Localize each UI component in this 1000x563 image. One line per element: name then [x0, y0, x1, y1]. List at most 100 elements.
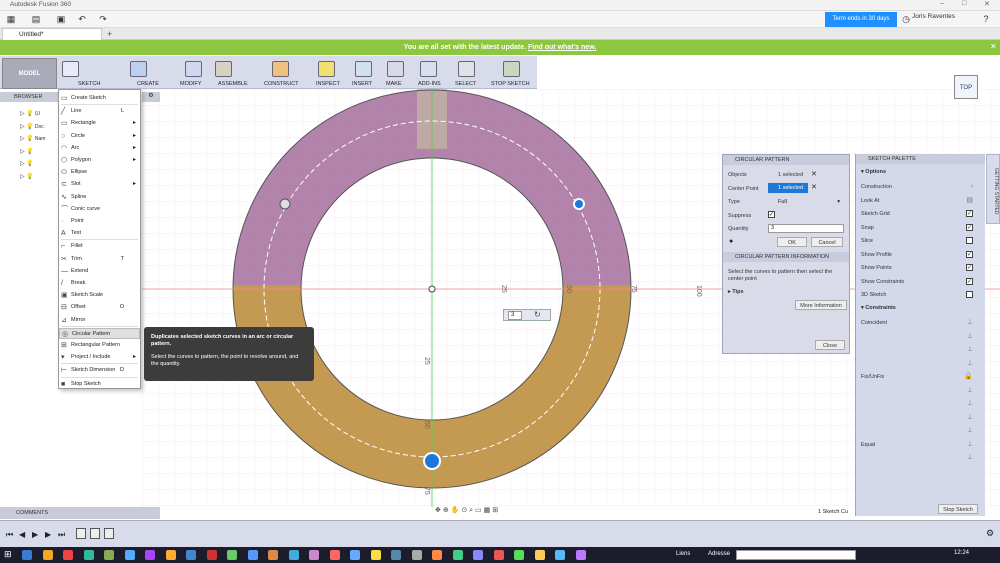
- taskbar-app-icon[interactable]: [534, 550, 545, 560]
- taskbar-app-icon[interactable]: [452, 550, 463, 560]
- sketch-menu-item[interactable]: ▾ Project / Include ▸: [59, 352, 140, 363]
- palette-option[interactable]: Show Points ✓: [861, 263, 981, 273]
- stop-sketch-button[interactable]: Stop Sketch: [938, 504, 978, 514]
- taskbar-app-icon[interactable]: [575, 550, 586, 560]
- user-account-menu[interactable]: Joris Raventes: [912, 13, 955, 20]
- constraint-icon[interactable]: ⊥: [967, 386, 973, 396]
- option-checkbox[interactable]: ✓: [966, 210, 973, 217]
- constraint-tool[interactable]: ⊥: [861, 426, 981, 436]
- bulb-icon[interactable]: 💡: [26, 124, 33, 130]
- help-icon[interactable]: ?: [980, 14, 992, 25]
- taskbar-app-icon[interactable]: [514, 550, 524, 560]
- taskbar-app-icon[interactable]: [165, 550, 176, 560]
- modify-tool-icon[interactable]: [185, 61, 202, 77]
- option-checkbox[interactable]: ✓: [966, 264, 973, 271]
- sketch-menu-item[interactable]: ▭ Rectangle ▸: [59, 118, 140, 129]
- save-icon[interactable]: ▣: [55, 14, 67, 25]
- constraint-icon[interactable]: ⊥: [967, 359, 973, 369]
- suppress-checkbox[interactable]: ✓: [768, 211, 775, 218]
- links-toolbar[interactable]: Liens: [676, 551, 690, 557]
- constraint-icon[interactable]: ⊥: [967, 345, 973, 355]
- sketch-menu-item[interactable]: ⌐ Fillet: [59, 241, 140, 252]
- taskbar-app-icon[interactable]: [370, 550, 381, 560]
- option-checkbox[interactable]: ✓: [966, 277, 973, 285]
- sketch-menu[interactable]: SKETCH: [78, 81, 100, 87]
- taskbar-app-icon[interactable]: [473, 550, 483, 560]
- expand-icon[interactable]: ▷: [20, 174, 25, 180]
- view-cube[interactable]: TOP: [954, 75, 978, 99]
- constraint-icon[interactable]: 🔒: [964, 372, 973, 382]
- ok-button[interactable]: OK: [777, 237, 807, 247]
- undo-icon[interactable]: ↶: [76, 14, 88, 25]
- sketch-menu-item[interactable]: ⊞ Rectangular Pattern: [59, 340, 140, 351]
- add-ins-tool-icon[interactable]: [420, 61, 437, 77]
- timeline-sketch-icon[interactable]: [104, 528, 114, 539]
- taskbar-app-icon[interactable]: [124, 550, 135, 560]
- taskbar-app-icon[interactable]: [493, 550, 504, 560]
- expand-icon[interactable]: ▷: [20, 149, 25, 155]
- add-ins-menu[interactable]: ADD-INS: [418, 81, 441, 87]
- inspect-menu[interactable]: INSPECT: [316, 81, 340, 87]
- taskbar-app-icon[interactable]: [411, 550, 422, 560]
- palette-option[interactable]: Sketch Grid ✓: [861, 209, 981, 219]
- job-status-icon[interactable]: ◷: [900, 14, 912, 25]
- pan-icon[interactable]: ✋: [451, 507, 460, 514]
- browser-panel-header[interactable]: BROWSER: [0, 92, 58, 102]
- taskbar-app-icon[interactable]: [104, 550, 114, 560]
- play-icon[interactable]: ▶: [32, 530, 38, 539]
- step-back-icon[interactable]: ◀: [19, 530, 25, 539]
- banner-link[interactable]: Find out what's new.: [528, 44, 596, 51]
- constraint-icon[interactable]: ⊥: [967, 413, 973, 423]
- taskbar-app-icon[interactable]: [186, 550, 196, 560]
- look-at-icon[interactable]: ⊕: [443, 507, 449, 514]
- go-to-start-icon[interactable]: ⏮: [6, 530, 13, 540]
- objects-selector[interactable]: 1 selected: [768, 170, 808, 180]
- sketch-menu-item[interactable]: ⊂ Slot ▸: [59, 179, 140, 190]
- taskbar-app-icon[interactable]: [350, 550, 360, 560]
- expand-icon[interactable]: ▷: [20, 136, 25, 142]
- create-menu[interactable]: CREATE: [137, 81, 159, 87]
- pattern-instance-right[interactable]: [573, 198, 585, 210]
- sketch-menu-item[interactable]: ◎ Circular Pattern: [59, 327, 140, 339]
- sketch-menu-item[interactable]: ▣ Sketch Scale: [59, 290, 140, 301]
- taskbar-app-icon[interactable]: [391, 550, 401, 560]
- option-checkbox[interactable]: ✓: [966, 223, 973, 231]
- clear-objects-icon[interactable]: ✕: [811, 170, 817, 178]
- stop-sketch-tool-icon[interactable]: [503, 61, 520, 77]
- sketch-tool-icon[interactable]: [62, 61, 79, 77]
- bulb-icon[interactable]: 💡: [26, 174, 33, 180]
- constraint-icon[interactable]: ⊥: [967, 332, 973, 342]
- constraint-icon[interactable]: ⊥: [967, 440, 973, 450]
- settings-gear-icon[interactable]: ⚙: [142, 92, 160, 102]
- sketch-menu-item[interactable]: ○ Circle ▸: [59, 131, 140, 142]
- file-menu-icon[interactable]: ▤: [30, 14, 42, 25]
- expand-icon[interactable]: ▷: [20, 161, 25, 167]
- minimize-icon[interactable]: –: [940, 0, 944, 7]
- constraint-icon[interactable]: ⊥: [967, 426, 973, 436]
- viewports-icon[interactable]: ⊞: [492, 507, 498, 514]
- browser-node[interactable]: ▷ 💡: [20, 173, 58, 182]
- clear-center-icon[interactable]: ✕: [811, 183, 817, 191]
- sketch-menu-item[interactable]: ⊟ Offset O: [59, 302, 140, 313]
- modify-menu[interactable]: MODIFY: [180, 81, 201, 87]
- assemble-tool-icon[interactable]: [215, 61, 232, 77]
- options-header[interactable]: ▾ Options: [861, 167, 981, 177]
- taskbar-app-icon[interactable]: [329, 550, 340, 560]
- rotate-icon[interactable]: ↻: [534, 310, 541, 319]
- palette-option[interactable]: Show Constraints ✓: [861, 277, 981, 287]
- constraint-tool[interactable]: ⊥: [861, 413, 981, 423]
- stop-sketch-menu[interactable]: STOP SKETCH: [491, 81, 530, 87]
- taskbar-app-icon[interactable]: [227, 550, 237, 560]
- info-icon[interactable]: ●: [729, 238, 733, 245]
- close-button[interactable]: Close: [815, 340, 845, 350]
- redo-icon[interactable]: ↷: [97, 14, 109, 25]
- expand-icon[interactable]: ▷: [20, 111, 25, 117]
- timeline-sketch-icon[interactable]: [90, 528, 100, 539]
- go-to-end-icon[interactable]: ⏭: [58, 530, 65, 540]
- option-checkbox[interactable]: [966, 237, 973, 244]
- make-tool-icon[interactable]: [387, 61, 404, 77]
- taskbar-app-icon[interactable]: [63, 550, 73, 560]
- quantity-input[interactable]: 3: [768, 224, 844, 233]
- bulb-icon[interactable]: 💡: [26, 149, 33, 155]
- construct-menu[interactable]: CONSTRUCT: [264, 81, 299, 87]
